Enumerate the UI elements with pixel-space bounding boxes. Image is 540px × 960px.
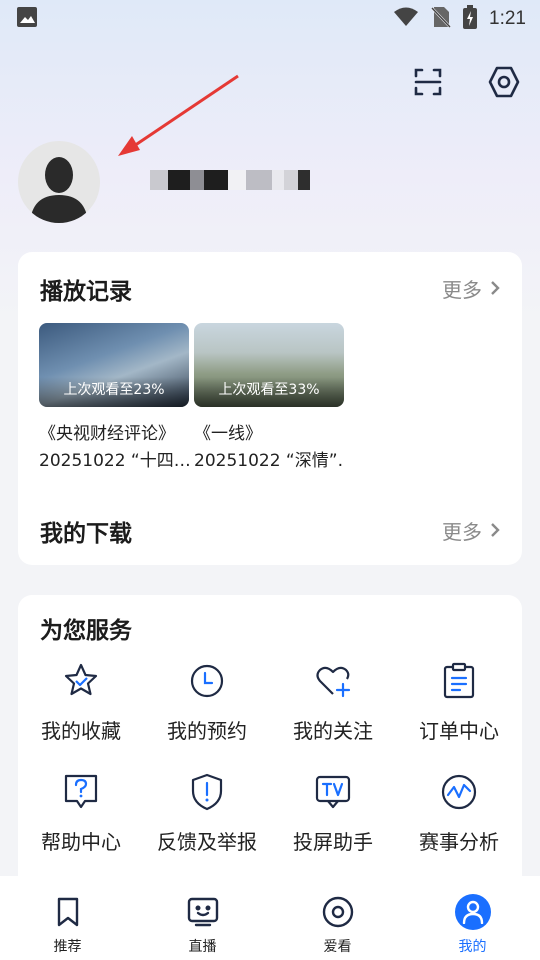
chevron-right-icon [490,277,500,301]
settings-button[interactable] [486,66,522,102]
tab-live[interactable]: 直播 [135,876,270,960]
status-bar: 1:21 [0,0,540,38]
history-item[interactable]: 上次观看至23% 《央视财经评论》 20251022 “十四… [39,323,189,471]
tab-label: 直播 [188,939,217,955]
service-label: 我的收藏 [41,719,121,743]
scan-button[interactable] [410,66,446,102]
services-title: 为您服务 [40,618,132,644]
services-grid: 我的收藏 我的预约 我的关注 订单中心 帮助中心 反馈及举报 投屏助手 赛事分析 [18,661,522,855]
avatar[interactable] [18,141,100,223]
service-reservations[interactable]: 我的预约 [144,661,270,744]
history-thumbnail: 上次观看至33% [194,323,344,407]
downloads-more-label: 更多 [442,520,482,544]
wifi-icon [393,7,419,31]
favorite-star-icon [61,661,101,701]
history-item[interactable]: 上次观看至33% 《一线》 20251022 “深情”… [194,323,344,471]
service-feedback[interactable]: 反馈及举报 [144,772,270,855]
settings-icon [487,65,521,103]
service-label: 反馈及举报 [157,830,257,854]
tab-label: 爱看 [323,939,352,955]
service-favorites[interactable]: 我的收藏 [18,661,144,744]
target-icon [320,894,356,930]
help-chat-icon [61,772,101,812]
history-more-link[interactable]: 更多 [442,274,500,303]
tv-cast-icon [313,772,353,812]
service-label: 我的关注 [293,719,373,743]
service-orders[interactable]: 订单中心 [396,661,522,744]
history-progress: 上次观看至23% [63,382,165,398]
scan-icon [413,67,443,101]
image-icon [16,6,38,32]
tv-smile-icon [185,894,221,930]
history-progress: 上次观看至33% [218,382,320,398]
history-item-title: 《一线》 [194,424,262,444]
service-analysis[interactable]: 赛事分析 [396,772,522,855]
service-label: 帮助中心 [41,830,121,854]
downloads-title: 我的下载 [40,521,132,547]
service-label: 订单中心 [419,719,499,743]
history-card: 播放记录 更多 上次观看至23% 《央视财经评论》 20251022 “十四… … [18,252,522,565]
tab-label: 推荐 [53,939,82,955]
service-cast[interactable]: 投屏助手 [270,772,396,855]
no-sim-icon [431,6,451,32]
history-item-subtitle: 20251022 “十四… [39,451,189,471]
clock-icon [187,661,227,701]
annotation-arrow [118,74,239,156]
heart-plus-icon [313,661,353,701]
tab-label: 我的 [458,939,487,955]
user-icon [454,894,491,930]
history-item-subtitle: 20251022 “深情”… [194,451,344,471]
tab-recommend[interactable]: 推荐 [0,876,135,960]
services-card: 为您服务 我的收藏 我的预约 我的关注 订单中心 帮助中心 反馈及举报 投屏助手… [18,595,522,895]
history-thumbnail: 上次观看至23% [39,323,189,407]
service-label: 赛事分析 [419,830,499,854]
header-actions [410,66,522,102]
service-label: 投屏助手 [293,830,373,854]
history-more-label: 更多 [442,278,482,302]
bookmark-icon [50,894,86,930]
history-list: 上次观看至23% 《央视财经评论》 20251022 “十四… 上次观看至33%… [39,323,344,471]
clipboard-icon [439,661,479,701]
bottom-tabbar: 推荐 直播 爱看 我的 [0,876,540,960]
history-item-title: 《央视财经评论》 [39,424,175,444]
chart-circle-icon [439,772,479,812]
service-help[interactable]: 帮助中心 [18,772,144,855]
service-label: 我的预约 [167,719,247,743]
chevron-right-icon [490,519,500,543]
tab-mine[interactable]: 我的 [405,876,540,960]
username-redacted [150,170,310,190]
battery-charging-icon [463,5,478,33]
shield-alert-icon [187,772,227,812]
history-title: 播放记录 [40,279,132,305]
downloads-more-link[interactable]: 更多 [442,516,500,545]
service-following[interactable]: 我的关注 [270,661,396,744]
tab-watch[interactable]: 爱看 [270,876,405,960]
status-time: 1:21 [489,8,526,29]
